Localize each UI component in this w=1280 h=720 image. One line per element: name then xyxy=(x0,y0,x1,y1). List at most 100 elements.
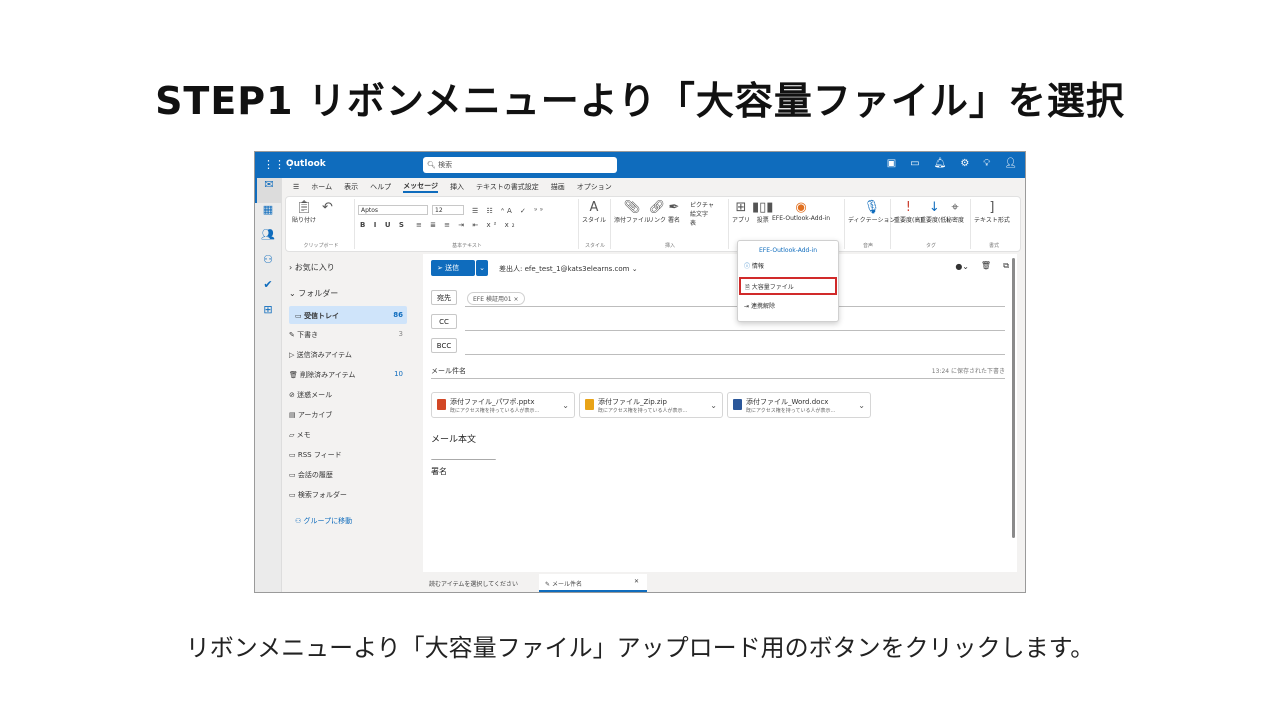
discard-icon[interactable]: 🗑︎ xyxy=(981,261,991,270)
tab-options[interactable]: オプション xyxy=(577,182,612,192)
cc-field-line[interactable] xyxy=(465,330,1005,331)
font-size-select[interactable]: 12 xyxy=(432,205,464,215)
more-icon[interactable]: ●⌄ xyxy=(955,262,969,271)
importance-low-button[interactable]: ↓ 重要度(低) xyxy=(920,201,949,225)
calendar-icon[interactable]: ▦ xyxy=(255,203,281,228)
compose-tab[interactable]: ✎ メール件名 ✕ xyxy=(539,574,647,592)
archive-icon: ▤ xyxy=(289,411,298,419)
top-bar: ⋮⋮⋮ Outlook 🔍︎ 検索 ▣ ▭ 🔔︎ ⚙ 💡︎ 👤︎ xyxy=(255,152,1025,178)
slide-caption: リボンメニューより「大容量ファイル」アップロード用のボタンをクリックします。 xyxy=(185,634,1095,662)
send-icon: ➢ xyxy=(437,264,446,272)
groups-icon[interactable]: ⚇ xyxy=(255,253,281,278)
gear-icon[interactable]: ⚙ xyxy=(960,158,969,169)
subject-input[interactable]: メール件名 xyxy=(431,366,466,376)
chevron-down-icon[interactable]: ⌄ xyxy=(562,401,569,410)
bcc-button[interactable]: BCC xyxy=(431,338,457,353)
from-field[interactable]: 差出人: efe_test_1@kats3elearns.com ⌄ xyxy=(499,264,638,274)
attachment-card[interactable]: 添付ファイル_パワポ.pptx 既にアクセス権を持っている人が表示... ⌄ xyxy=(431,392,575,418)
clipboard-group: 📋︎ 貼り付け ↶ クリップボード xyxy=(288,199,355,249)
dictate-button[interactable]: 🎙︎ ディクテーション xyxy=(848,201,895,225)
nav-drafts[interactable]: ✎ 下書き 3 xyxy=(289,330,407,340)
bcc-field-line[interactable] xyxy=(465,354,1005,355)
send-button[interactable]: ➢ 送信 xyxy=(431,260,475,276)
signature-text: 署名 xyxy=(431,467,447,476)
folder-pane: › お気に入り ⌄ フォルダー ▭ 受信トレイ 86 ✎ 下書き 3 ▷ 送信済… xyxy=(281,254,423,592)
tab-message[interactable]: メッセージ xyxy=(403,181,438,193)
nav-archive[interactable]: ▤ アーカイブ xyxy=(289,410,332,420)
to-button[interactable]: 宛先 xyxy=(431,290,457,305)
apps-button[interactable]: ⊞ アプリ xyxy=(732,201,750,225)
mail-icon[interactable]: ✉ xyxy=(255,178,281,203)
tags-label: タグ xyxy=(925,243,936,249)
tab-draw[interactable]: 描画 xyxy=(551,182,565,192)
message-body[interactable]: メール本文 xyxy=(431,432,476,445)
recipient-chip[interactable]: EFE 検証用01 × xyxy=(467,292,525,305)
tab-home[interactable]: ホーム xyxy=(311,182,332,192)
link-button[interactable]: 🔗︎ リンク xyxy=(648,200,666,225)
attachment-card[interactable]: 添付ファイル_Zip.zip 既にアクセス権を持っている人が表示... ⌄ xyxy=(579,392,723,418)
paste-button[interactable]: 📋︎ 貼り付け xyxy=(292,201,316,225)
style-icon: A xyxy=(589,200,599,215)
font-name-select[interactable]: Aptos xyxy=(358,205,428,215)
search-input[interactable]: 🔍︎ 検索 xyxy=(423,157,617,173)
undo-icon[interactable]: ↶ xyxy=(322,201,333,215)
inbox-count: 86 xyxy=(393,311,403,319)
importance-high-button[interactable]: ! 重要度(高) xyxy=(894,201,923,225)
info-menu-item[interactable]: ⓘ 情報 xyxy=(744,261,764,270)
picture-button[interactable]: ピクチャ xyxy=(690,201,714,210)
account-icon[interactable]: 👤︎ xyxy=(1004,158,1017,169)
chevron-down-icon[interactable]: ⌄ xyxy=(858,401,865,410)
style-button[interactable]: A スタイル xyxy=(582,200,606,225)
tips-icon[interactable]: 💡︎ xyxy=(983,158,990,169)
compose-scrollbar[interactable] xyxy=(1012,258,1015,538)
addin-menu: EFE-Outlook-Add-in ⓘ 情報 🗎︎ 大容量ファイル ⇥ 連携解… xyxy=(737,240,839,322)
nav-sent[interactable]: ▷ 送信済みアイテム xyxy=(289,350,352,360)
tab-insert[interactable]: 挿入 xyxy=(450,182,464,192)
sensitivity-button[interactable]: ⌖ 秘密度 xyxy=(946,201,964,225)
emoji-button[interactable]: 絵文字 xyxy=(690,210,714,219)
text-format-button[interactable]: ] テキスト形式 xyxy=(974,200,1010,225)
nav-rss[interactable]: ▭ RSS フィード xyxy=(289,450,342,460)
nav-search-folders[interactable]: ▭ 検索フォルダー xyxy=(289,490,347,500)
people-icon[interactable]: 👥︎ xyxy=(255,228,281,253)
teams-icon[interactable]: ▣ xyxy=(887,158,896,169)
nav-notes[interactable]: ▱ メモ xyxy=(289,430,311,440)
close-icon[interactable]: ✕ xyxy=(634,578,639,585)
send-options-icon[interactable]: ⌄ xyxy=(476,260,488,276)
attachment-card[interactable]: 添付ファイル_Word.docx 既にアクセス権を持っている人が表示... ⌄ xyxy=(727,392,871,418)
tab-view[interactable]: 表示 xyxy=(344,182,358,192)
apps-icon[interactable]: ⊞ xyxy=(255,303,281,328)
cc-button[interactable]: CC xyxy=(431,314,457,329)
nav-deleted[interactable]: 🗑︎ 削除済みアイテム 10 xyxy=(289,370,407,380)
nav-inbox[interactable]: ▭ 受信トレイ 86 xyxy=(289,306,407,324)
tab-help[interactable]: ヘルプ xyxy=(370,182,391,192)
efe-addin-button[interactable]: ◉ EFE-Outlook-Add-in xyxy=(772,201,830,223)
move-to-group-link[interactable]: ⚇ グループに移動 xyxy=(295,516,352,526)
my-day-icon[interactable]: ▭ xyxy=(910,158,919,169)
tab-text-format[interactable]: テキストの書式設定 xyxy=(476,182,539,192)
status-bar: 読むアイテムを選択してください ✎ メール件名 ✕ xyxy=(423,574,1023,592)
favorites-header[interactable]: › お気に入り xyxy=(289,262,335,273)
text-format-icon: ] xyxy=(989,200,995,215)
large-file-menu-item[interactable]: 🗎︎ 大容量ファイル xyxy=(739,277,837,295)
menu-icon[interactable]: ☰ xyxy=(293,183,299,191)
link-icon: 🔗︎ xyxy=(648,200,666,215)
folders-header[interactable]: ⌄ フォルダー xyxy=(289,288,338,299)
drafts-icon: ✎ xyxy=(289,331,298,339)
paragraph-buttons[interactable]: ≡ ≣ ≡ ⇥ ⇤ x² x₂ xyxy=(416,221,518,229)
info-icon: ⓘ xyxy=(744,263,752,270)
attach-file-button[interactable]: 📎︎ 添付ファイル xyxy=(614,201,650,225)
bell-icon[interactable]: 🔔︎ xyxy=(934,158,947,169)
poll-button[interactable]: ▮▯▮ 投票 xyxy=(752,201,773,225)
disconnect-menu-item[interactable]: ⇥ 連携解除 xyxy=(744,301,775,310)
list-buttons[interactable]: ☰ ☷ ᴬA ✓ ⁹⁹ xyxy=(472,207,546,215)
signature-button[interactable]: ✒ 署名 xyxy=(668,201,680,225)
to-field-line[interactable] xyxy=(465,306,1005,307)
format-buttons[interactable]: B I U S xyxy=(360,221,407,229)
todo-icon[interactable]: ✔ xyxy=(255,278,281,303)
nav-conversation-history[interactable]: ▭ 会話の履歴 xyxy=(289,470,333,480)
popout-icon[interactable]: ⧉ xyxy=(1003,261,1009,271)
chevron-down-icon[interactable]: ⌄ xyxy=(710,401,717,410)
nav-junk[interactable]: ⊘ 迷惑メール xyxy=(289,390,332,400)
table-button[interactable]: 表 xyxy=(690,219,714,228)
